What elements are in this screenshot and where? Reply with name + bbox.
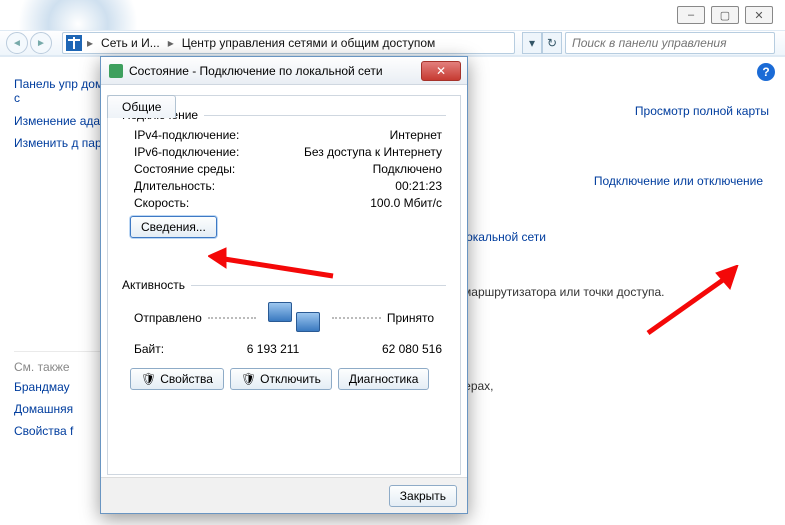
duration-value: 00:21:23 bbox=[395, 179, 442, 193]
ipv6-label: IPv6-подключение: bbox=[134, 145, 239, 159]
dialog-close-button[interactable]: ✕ bbox=[421, 61, 461, 81]
breadcrumb-item[interactable]: Центр управления сетями и общим доступом bbox=[176, 36, 442, 50]
disable-label: Отключить bbox=[260, 372, 321, 386]
media-state-value: Подключено bbox=[373, 162, 442, 176]
window-maximize-button[interactable]: ▢ bbox=[711, 6, 739, 24]
dialog-title: Состояние - Подключение по локальной сет… bbox=[129, 64, 383, 78]
shield-icon: 🛡 bbox=[141, 372, 156, 386]
diagnose-button[interactable]: Диагностика bbox=[338, 368, 430, 390]
search-input[interactable] bbox=[566, 36, 774, 50]
breadcrumb-item[interactable]: Сеть и И... bbox=[95, 36, 166, 50]
properties-label: Свойства bbox=[160, 372, 213, 386]
tab-general[interactable]: Общие bbox=[107, 95, 176, 118]
address-bar-row: ◄ ► ▸ Сеть и И... ▸ Центр управления сет… bbox=[0, 30, 785, 56]
nav-forward-button[interactable]: ► bbox=[30, 32, 52, 54]
chevron-right-icon: ▸ bbox=[166, 36, 176, 50]
speed-value: 100.0 Мбит/с bbox=[370, 196, 442, 210]
disable-button[interactable]: 🛡 Отключить bbox=[230, 368, 332, 390]
control-panel-icon bbox=[66, 35, 82, 51]
received-label: Принято bbox=[387, 311, 434, 325]
breadcrumb[interactable]: ▸ Сеть и И... ▸ Центр управления сетями … bbox=[62, 32, 515, 54]
breadcrumb-dropdown-button[interactable]: ▾ bbox=[522, 32, 542, 54]
ipv6-value: Без доступа к Интернету bbox=[304, 145, 442, 159]
dialog-titlebar[interactable]: Состояние - Подключение по локальной сет… bbox=[101, 57, 467, 85]
help-button[interactable]: ? bbox=[757, 63, 775, 81]
bytes-label: Байт: bbox=[134, 342, 164, 356]
activity-computers-icon bbox=[262, 302, 326, 334]
recv-bytes-value: 62 080 516 bbox=[382, 342, 442, 356]
network-adapter-icon bbox=[109, 64, 123, 78]
ipv4-label: IPv4-подключение: bbox=[134, 128, 239, 142]
dialog-body: Подключение IPv4-подключение:Интернет IP… bbox=[107, 95, 461, 475]
nav-back-button[interactable]: ◄ bbox=[6, 32, 28, 54]
sent-bytes-value: 6 193 211 bbox=[164, 342, 382, 356]
duration-label: Длительность: bbox=[134, 179, 215, 193]
window-titlebar-area: – ▢ ✕ ◄ ► ▸ Сеть и И... ▸ Центр управлен… bbox=[0, 0, 785, 56]
speed-label: Скорость: bbox=[134, 196, 189, 210]
media-state-label: Состояние среды: bbox=[134, 162, 235, 176]
divider bbox=[332, 317, 381, 319]
properties-button[interactable]: 🛡 Свойства bbox=[130, 368, 224, 390]
search-box[interactable] bbox=[565, 32, 775, 54]
connection-status-dialog: Состояние - Подключение по локальной сет… bbox=[100, 56, 468, 514]
view-full-map-link[interactable]: Просмотр полной карты bbox=[635, 104, 769, 118]
refresh-button[interactable]: ↻ bbox=[542, 32, 562, 54]
window-minimize-button[interactable]: – bbox=[677, 6, 705, 24]
ipv4-value: Интернет bbox=[390, 128, 442, 142]
details-button[interactable]: Сведения... bbox=[130, 216, 217, 238]
close-button[interactable]: Закрыть bbox=[389, 485, 457, 507]
shield-icon: 🛡 bbox=[241, 372, 256, 386]
window-close-button[interactable]: ✕ bbox=[745, 6, 773, 24]
divider bbox=[208, 317, 257, 319]
group-activity-heading: Активность bbox=[122, 278, 191, 292]
chevron-right-icon: ▸ bbox=[85, 36, 95, 50]
sent-label: Отправлено bbox=[134, 311, 202, 325]
